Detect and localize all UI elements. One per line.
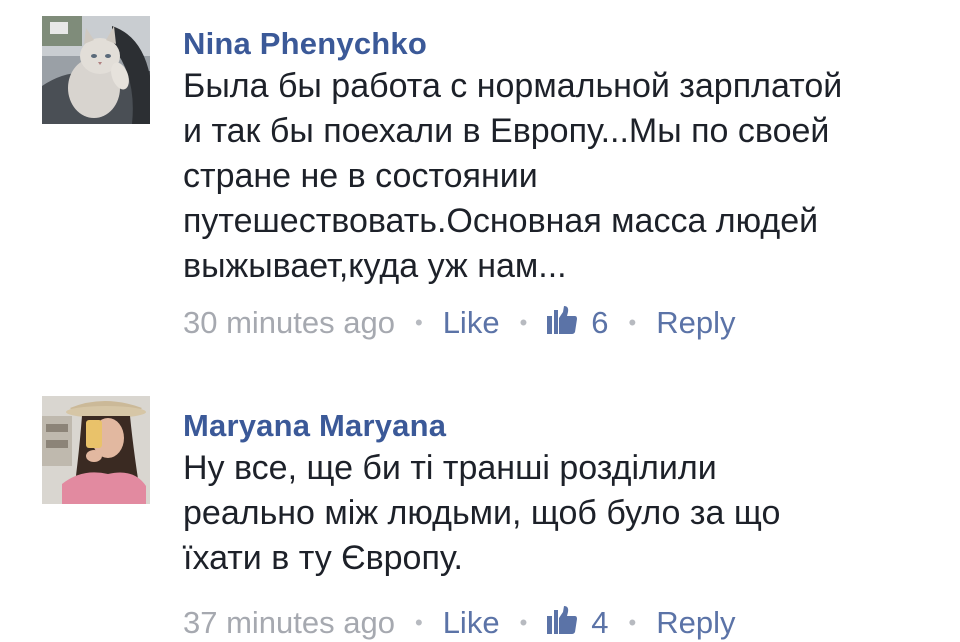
comment-text: Была бы работа с нормальной зарплатой и … [183, 67, 843, 285]
separator: • [628, 309, 637, 335]
comment: Maryana Maryana Ну все, ще би ті транші … [0, 380, 960, 642]
separator: • [519, 309, 528, 335]
author-name[interactable]: Maryana Maryana [183, 406, 933, 446]
like-button[interactable]: Like [443, 603, 500, 642]
separator: • [628, 609, 637, 635]
comment-text: Ну все, ще би ті транші розділили реальн… [183, 449, 781, 577]
avatar[interactable] [42, 396, 150, 504]
separator: • [519, 609, 528, 635]
woman-selfie-avatar-image [42, 396, 150, 504]
comment-actions: 37 minutes ago • Like • 4 • Reply [183, 601, 933, 641]
reply-button[interactable]: Reply [656, 603, 735, 642]
separator: • [414, 309, 423, 335]
comment-body: Maryana Maryana Ну все, ще би ті транші … [183, 406, 933, 641]
comment: Nina Phenychko Была бы работа с нормальн… [0, 0, 960, 380]
author-name[interactable]: Nina Phenychko [183, 24, 933, 64]
like-button[interactable]: Like [443, 303, 500, 343]
avatar[interactable] [42, 16, 150, 124]
timestamp[interactable]: 30 minutes ago [183, 303, 395, 343]
timestamp[interactable]: 37 minutes ago [183, 603, 395, 642]
comment-body: Nina Phenychko Была бы работа с нормальн… [183, 24, 933, 341]
like-count[interactable]: 4 [591, 603, 608, 642]
cat-avatar-image [42, 16, 150, 124]
comment-actions: 30 minutes ago • Like • 6 • Reply [183, 301, 933, 341]
like-count[interactable]: 6 [591, 303, 608, 343]
separator: • [414, 609, 423, 635]
thumbs-up-icon[interactable] [547, 305, 578, 334]
reply-button[interactable]: Reply [656, 303, 735, 343]
thumbs-up-icon[interactable] [547, 605, 578, 634]
